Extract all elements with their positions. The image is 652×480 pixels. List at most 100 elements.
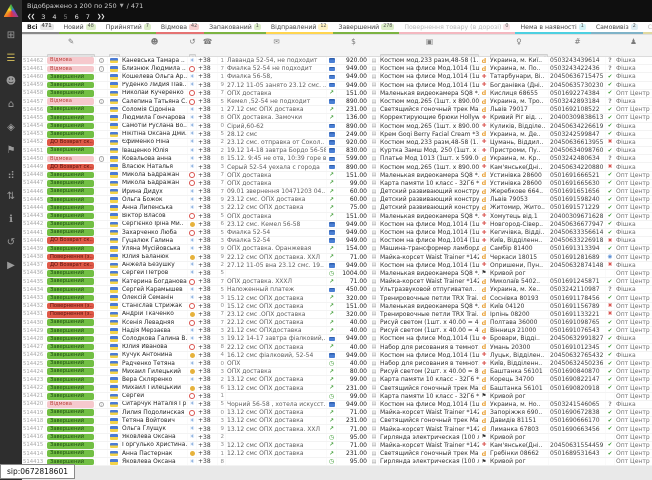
sliders-icon[interactable]: ⇅: [0, 185, 22, 208]
call-status-icon[interactable]: [188, 385, 197, 392]
table-row[interactable]: 514435 Завершений i Катерина Богданова +…: [22, 278, 652, 286]
table-row[interactable]: 514426 Завершений i Кучук Антонина +38 4…: [22, 352, 652, 360]
call-status-icon[interactable]: [188, 368, 197, 375]
call-status-icon[interactable]: [188, 163, 197, 170]
product-icon[interactable]: ▣: [379, 35, 480, 48]
table-row[interactable]: 514459 Завершений i Руденко Лидия Пав.. …: [22, 82, 652, 90]
call-status-icon[interactable]: [188, 237, 197, 244]
call-status-icon[interactable]: [188, 262, 197, 269]
call-status-icon[interactable]: [188, 106, 197, 113]
call-status-icon[interactable]: [188, 434, 197, 441]
table-row[interactable]: 514428 Завершений i Солодкова Галина В..…: [22, 335, 652, 343]
call-status-icon[interactable]: [188, 286, 197, 293]
table-row[interactable]: 514457 Відмова i Салепина Татьяна С.. +3…: [22, 98, 652, 106]
tab-прийнятий[interactable]: Прийнятий7: [101, 22, 156, 34]
orders-icon[interactable]: ☰: [0, 47, 22, 70]
call-status-icon[interactable]: [188, 409, 197, 416]
table-row[interactable]: 514451 Завершений i Іващенко Юлія +38 2 …: [22, 147, 652, 155]
table-row[interactable]: 514446 Завершений i Ирина Дидух +38 7 09…: [22, 188, 652, 196]
call-status-icon[interactable]: [188, 73, 197, 80]
call-status-icon[interactable]: [188, 450, 197, 457]
table-row[interactable]: 514422 Завершений i Михаил Гилецький +38…: [22, 385, 652, 393]
call-status-icon[interactable]: [188, 352, 197, 359]
table-row[interactable]: 514452 ДО Возврат ск.. i Єфименко Ніна +…: [22, 139, 652, 147]
call-status-icon[interactable]: [188, 196, 197, 203]
call-status-icon[interactable]: [188, 319, 197, 326]
call-status-icon[interactable]: [188, 147, 197, 154]
sync-icon[interactable]: ↺: [0, 231, 22, 254]
tracking-icon[interactable]: #: [549, 35, 606, 48]
table-row[interactable]: 514441 Завершений i Захарченко Люба +38 …: [22, 229, 652, 237]
table-row[interactable]: 514461 Відмова i Близнюк Людмила .. +38 …: [22, 65, 652, 73]
table-row[interactable]: 514413 Завершений i Яковлева Оксана +38 …: [22, 458, 652, 466]
table-row[interactable]: 514436 Завершений i Сергей Петров +38 5 …: [22, 270, 652, 278]
table-row[interactable]: 514414 Завершений i Анна Пастернак +38 1…: [22, 450, 652, 458]
call-status-icon[interactable]: [188, 254, 197, 261]
call-status-icon[interactable]: [188, 213, 197, 220]
first-page-button[interactable]: ❮❮: [27, 14, 34, 20]
dashboard-icon[interactable]: ⊞: [0, 24, 22, 47]
tab-завершений[interactable]: Завершений278: [333, 22, 399, 34]
call-status-icon[interactable]: [188, 139, 197, 146]
tab-всі[interactable]: Всі471: [22, 22, 59, 34]
table-row[interactable]: 514437 ДО Возврат ск.. i Анжела Безушку …: [22, 262, 652, 270]
table-row[interactable]: 514445 Завершений i Ольга Божок +38 9 23…: [22, 196, 652, 204]
location-icon[interactable]: ♀: [489, 35, 549, 48]
call-status-icon[interactable]: [188, 180, 197, 187]
call-status-icon[interactable]: [188, 65, 197, 72]
call-status-icon[interactable]: [188, 270, 197, 277]
clients-icon[interactable]: ☻: [121, 35, 188, 48]
table-row[interactable]: 514418 Завершений i Тетяна Войтович +38 …: [22, 417, 652, 425]
table-row[interactable]: 514415 Завершений i Горгулько Христина..…: [22, 442, 652, 450]
tab-самовивіз[interactable]: Самовивіз2: [591, 22, 643, 34]
call-status-icon[interactable]: [188, 278, 197, 285]
call-status-icon[interactable]: [188, 401, 197, 408]
call-status-icon[interactable]: [188, 376, 197, 383]
call-status-icon[interactable]: [188, 90, 197, 97]
call-status-icon[interactable]: [188, 294, 197, 301]
tab-сервіси[interactable]: Сервіси0: [643, 22, 652, 34]
table-row[interactable]: 514444 Завершений i Анна Липенська +38 3…: [22, 204, 652, 212]
table-row[interactable]: 514453 Завершений i Нікітіна Оксана Дми.…: [22, 131, 652, 139]
manager-icon[interactable]: ♟: [615, 35, 652, 48]
page-4-button[interactable]: 4: [52, 13, 56, 21]
table-row[interactable]: 514447 Завершений i Микола Бадражан +38 …: [22, 180, 652, 188]
table-row[interactable]: 514442 Завершений i Сергієнко Іріна Ми..…: [22, 221, 652, 229]
call-status-icon[interactable]: [188, 114, 197, 121]
call-status-icon[interactable]: [188, 131, 197, 138]
call-status-icon[interactable]: [188, 417, 197, 424]
call-status-icon[interactable]: [188, 344, 197, 351]
table-row[interactable]: 514455 Завершений i Людмила Гончарова +3…: [22, 114, 652, 122]
tab-відправлений[interactable]: Відправлений12: [266, 22, 334, 34]
announce-icon[interactable]: ⚑: [0, 139, 22, 162]
table-row[interactable]: 514448 Завершений i Микола Бадражан +38 …: [22, 172, 652, 180]
call-status-icon[interactable]: [188, 98, 197, 105]
call-status-icon[interactable]: [188, 155, 197, 162]
shop-icon[interactable]: ⌂: [0, 93, 22, 116]
products-icon[interactable]: ◈: [0, 116, 22, 139]
call-status-icon[interactable]: [188, 123, 197, 130]
table-row[interactable]: 514443 Завершений i Віктор Власов +38 5 …: [22, 213, 652, 221]
table-row[interactable]: 514417 Завершений i Ольга Глущук +38 9 1…: [22, 425, 652, 433]
call-status-icon[interactable]: [188, 303, 197, 310]
comment-icon[interactable]: ✉: [226, 35, 327, 48]
table-row[interactable]: 514439 Завершений i Уляна Мусійовська +3…: [22, 245, 652, 253]
table-row[interactable]: 514423 Завершений i Вера Скляренко +38 2…: [22, 376, 652, 384]
table-row[interactable]: 514427 Завершений i Юлия Иванова +38 8 2…: [22, 344, 652, 352]
money-icon[interactable]: $: [337, 35, 370, 48]
call-status-icon[interactable]: [188, 335, 197, 342]
tab-повернення-товару-в-дорозі-[interactable]: Повернення товару (в дорозі)0: [399, 22, 515, 34]
call-status-icon[interactable]: [188, 57, 197, 64]
table-row[interactable]: 514433 Завершений i Олексій Семанін +38 …: [22, 294, 652, 302]
call-status-icon[interactable]: [188, 360, 197, 367]
table-row[interactable]: 514440 ДО Возврат ск.. i Гуцалюк Галина …: [22, 237, 652, 245]
call-status-icon[interactable]: [188, 442, 197, 449]
table-row[interactable]: 514425 Завершений i Радченко Тетяна +38 …: [22, 360, 652, 368]
phone-icon[interactable]: ☎: [197, 35, 218, 48]
table-row[interactable]: 514416 Завершений i Яковлева Оксана +38 …: [22, 434, 652, 442]
table-row[interactable]: 514438 Повернення (з.. i Юлия Баланюк +3…: [22, 254, 652, 262]
tab-відмова[interactable]: Відмова42: [156, 22, 204, 34]
page-3-button[interactable]: 3: [41, 13, 45, 21]
call-status-icon[interactable]: [188, 188, 197, 195]
table-row[interactable]: 514460 Завершений i Кошелева Ольга Ар.. …: [22, 73, 652, 81]
